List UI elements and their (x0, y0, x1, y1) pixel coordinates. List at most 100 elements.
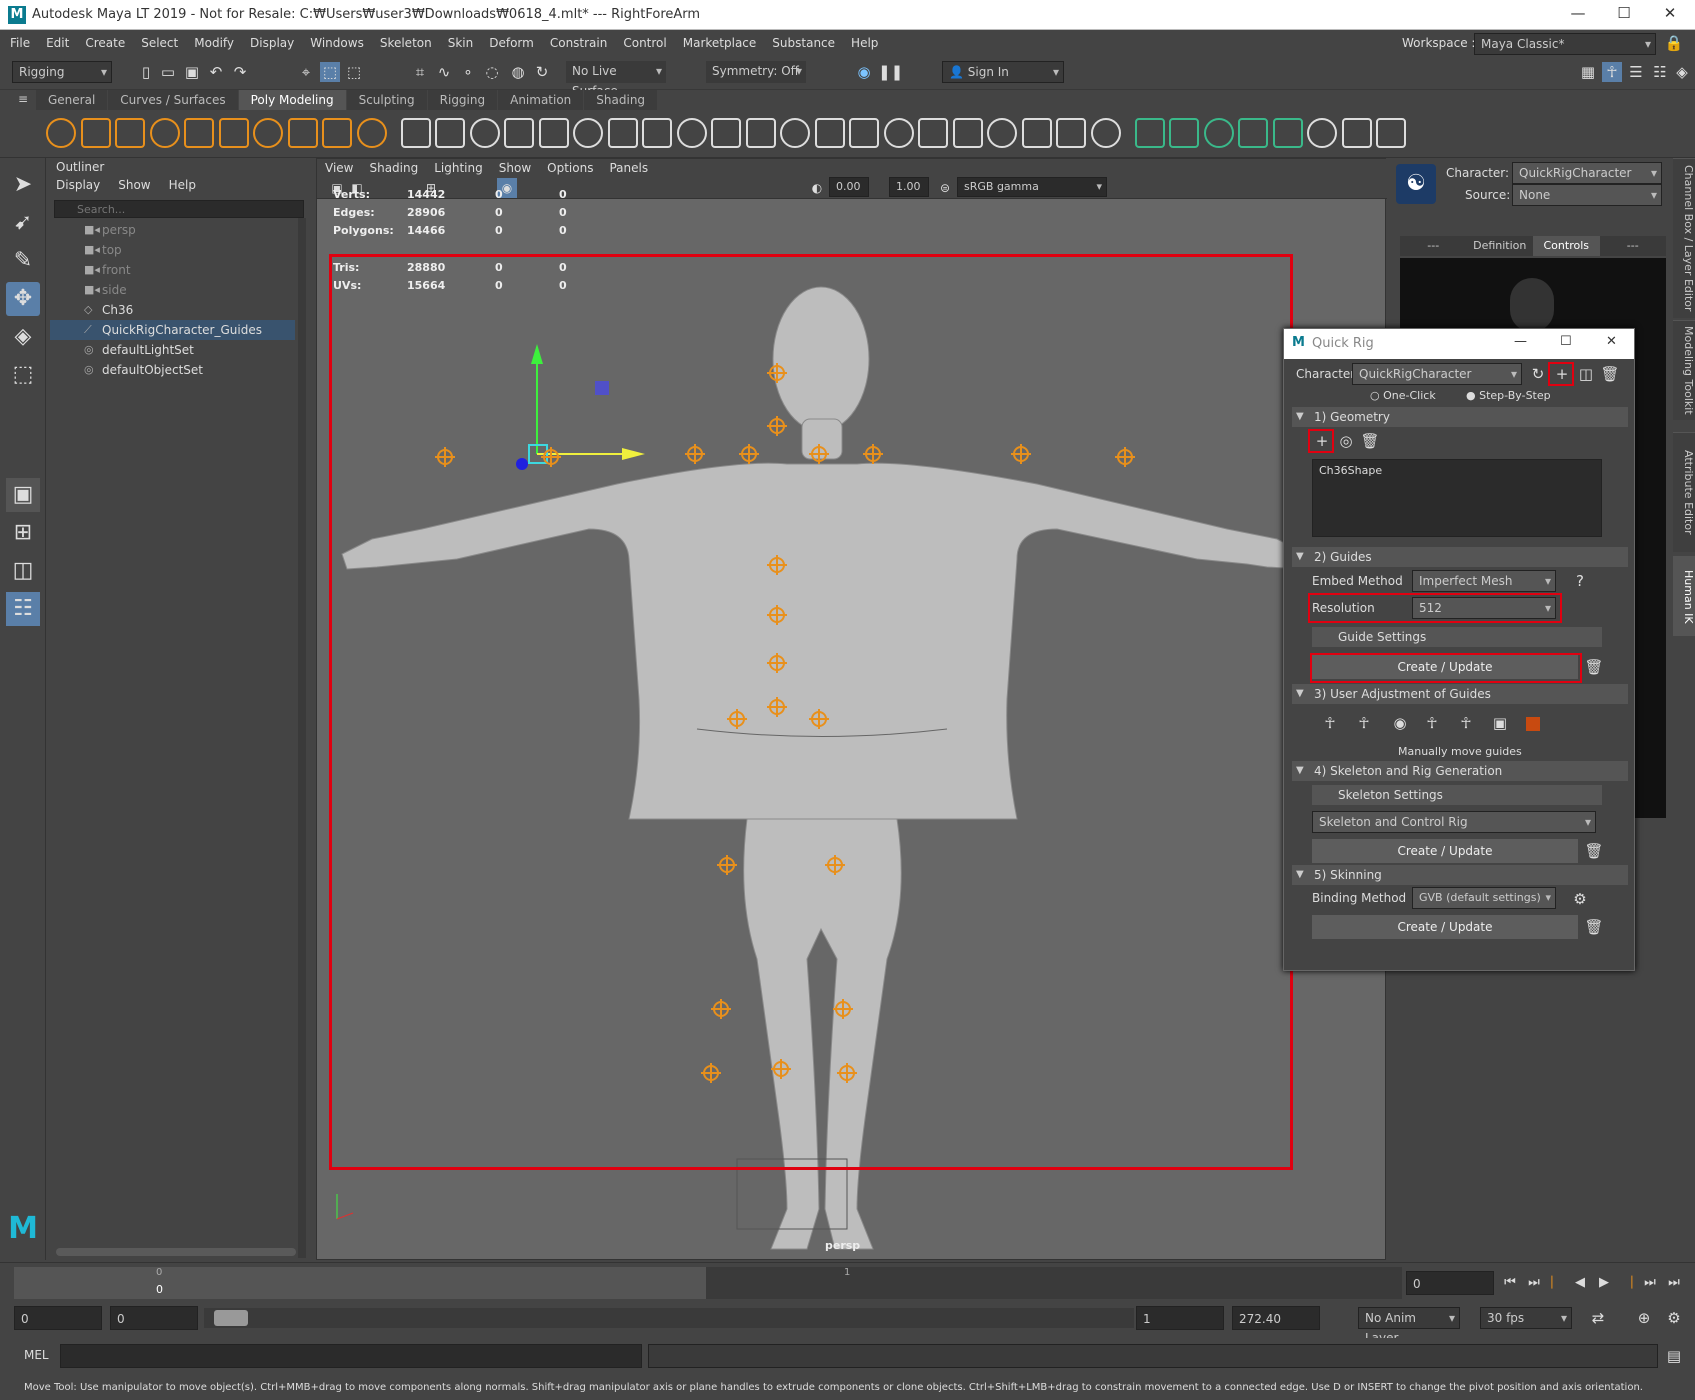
shelf-tab-rigging[interactable]: Rigging (427, 90, 498, 110)
move-tool-icon[interactable]: ✥ (6, 282, 40, 316)
range-handle[interactable] (214, 1310, 248, 1326)
step-forward-icon[interactable]: ⏭ (1640, 1273, 1660, 1293)
geometry-list[interactable]: Ch36Shape (1312, 459, 1602, 537)
mirror-icon[interactable] (711, 118, 741, 148)
uv-automatic-icon[interactable] (1272, 118, 1303, 148)
guide-settings-expander[interactable]: Guide Settings (1312, 627, 1602, 647)
outliner-item-front[interactable]: ■◂ front (50, 260, 295, 280)
menu-constrain[interactable]: Constrain (542, 30, 616, 56)
delete-skin-icon[interactable]: 🗑 (1584, 917, 1604, 937)
open-scene-icon[interactable]: ▭ (158, 62, 178, 82)
mel-input[interactable] (60, 1344, 642, 1368)
shelf-tab-animation[interactable]: Animation (498, 90, 584, 110)
auto-key-icon[interactable]: ⊕ (1634, 1308, 1654, 1328)
viewport-menu-lighting[interactable]: Lighting (426, 161, 491, 175)
menu-edit[interactable]: Edit (38, 30, 77, 56)
prev-key-icon[interactable]: ⎸ (1548, 1273, 1568, 1293)
menu-marketplace[interactable]: Marketplace (675, 30, 765, 56)
smooth-icon[interactable] (573, 118, 603, 148)
separate-icon[interactable] (504, 118, 534, 148)
pause-icon[interactable]: ❚❚ (878, 62, 903, 82)
outliner-item-quickrigcharacter_guides[interactable]: ⟋ QuickRigCharacter_Guides (50, 320, 295, 340)
outliner-item-top[interactable]: ■◂ top (50, 240, 295, 260)
uv-map-icon[interactable] (1134, 118, 1165, 148)
loop-icon[interactable]: ⇄ (1588, 1308, 1608, 1328)
qr-minimize-button[interactable]: — (1514, 334, 1527, 349)
skinning-create-update-button[interactable]: Create / Update (1312, 915, 1578, 939)
menu-windows[interactable]: Windows (302, 30, 372, 56)
snap-grid-icon[interactable]: ⌗ (410, 62, 430, 82)
outliner-item-side[interactable]: ■◂ side (50, 280, 295, 300)
new-scene-icon[interactable]: ▯ (136, 62, 156, 82)
guide-color-swatch[interactable] (1526, 717, 1540, 731)
one-click-radio[interactable]: ○ One-Click (1370, 389, 1436, 402)
menu-help[interactable]: Help (843, 30, 886, 56)
menuset-dropdown[interactable]: Rigging (12, 61, 112, 83)
platonic-icon[interactable] (356, 118, 387, 148)
outliner-hscrollbar[interactable] (56, 1248, 296, 1256)
hik-tab-1[interactable]: Definition (1467, 236, 1534, 256)
redo-icon[interactable]: ↷ (230, 62, 250, 82)
fill-hole-icon[interactable] (814, 118, 845, 148)
hik-tab-3[interactable]: --- (1600, 236, 1667, 256)
cone-icon[interactable] (149, 118, 180, 148)
delete-guides-icon[interactable]: 🗑 (1584, 657, 1604, 677)
uv-cylindrical-icon[interactable] (1203, 118, 1234, 148)
viewport-menu-view[interactable]: View (317, 161, 361, 175)
channel-box-icon[interactable]: ◈ (1672, 62, 1692, 82)
qr-character-dropdown[interactable]: QuickRigCharacter (1352, 363, 1522, 385)
menu-skeleton[interactable]: Skeleton (372, 30, 440, 56)
playback-end-field[interactable]: 1 (1136, 1306, 1224, 1330)
combine-icon[interactable] (469, 118, 500, 148)
four-view-icon[interactable]: ⊞ (6, 516, 40, 550)
clear-geometry-icon[interactable]: 🗑 (1360, 431, 1380, 451)
hik-character-dropdown[interactable]: QuickRigCharacter (1512, 162, 1662, 184)
snap-point-icon[interactable]: ∘ (458, 62, 478, 82)
cylinder-icon[interactable] (115, 118, 145, 148)
scene-end-field[interactable]: 272.40 (1232, 1306, 1320, 1330)
mirror-right-icon[interactable]: ☥ (1354, 713, 1374, 733)
viewport-menu-options[interactable]: Options (539, 161, 601, 175)
pipe-icon[interactable] (287, 118, 318, 148)
range-bar[interactable] (204, 1308, 1134, 1328)
minimize-button[interactable]: — (1560, 4, 1596, 22)
select-hierarchy-icon[interactable]: ⌖ (296, 62, 316, 82)
time-slider[interactable]: 0 0 1 0 ⏮ ⏭ ⎸ ◀ ▶ ⎹ ⏭ ⏭ (0, 1262, 1695, 1302)
select-geometry-icon[interactable]: ◎ (1336, 431, 1356, 451)
side-tab-human-ik[interactable]: Human IK (1673, 556, 1695, 636)
shelf-tab-curves-surfaces[interactable]: Curves / Surfaces (108, 90, 238, 110)
step-back-key-icon[interactable]: ⏭ (1524, 1273, 1544, 1293)
single-view-icon[interactable]: ▣ (6, 478, 40, 512)
embed-method-dropdown[interactable]: Imperfect Mesh (1412, 570, 1556, 592)
side-tab-modeling-toolkit[interactable]: Modeling Toolkit (1673, 320, 1695, 420)
uv-spherical-icon[interactable] (1238, 118, 1268, 148)
script-editor-icon[interactable]: ▤ (1664, 1346, 1684, 1366)
delete-skeleton-icon[interactable]: 🗑 (1584, 841, 1604, 861)
gamma-field[interactable]: 1.00 (889, 177, 929, 197)
outliner-item-ch36[interactable]: ◇ Ch36 (50, 300, 295, 320)
sign-in-button[interactable]: 👤 Sign In (942, 61, 1064, 83)
fps-dropdown[interactable]: 30 fps (1480, 1307, 1572, 1329)
snap-surface-icon[interactable]: ◍ (508, 62, 528, 82)
menu-select[interactable]: Select (133, 30, 186, 56)
viewport-menu-shading[interactable]: Shading (361, 161, 426, 175)
qr-maximize-button[interactable]: ☐ (1560, 334, 1572, 349)
section-geometry[interactable]: 1) Geometry (1292, 407, 1628, 427)
outliner-item-defaultlightset[interactable]: ◎ defaultLightSet (50, 340, 295, 360)
geometry-item[interactable]: Ch36Shape (1313, 460, 1601, 481)
side-tab-attribute-editor[interactable]: Attribute Editor (1673, 432, 1695, 552)
go-to-start-icon[interactable]: ⏮ (1500, 1273, 1520, 1293)
bevel-icon[interactable] (883, 118, 914, 148)
lasso-tool-icon[interactable]: ➹ (6, 206, 40, 240)
qr-delete-character-icon[interactable]: 🗑 (1600, 364, 1620, 384)
scale-tool-icon[interactable]: ⬚ (6, 358, 40, 392)
two-view-icon[interactable]: ◫ (6, 554, 40, 588)
select-component-icon[interactable]: ⬚ (344, 62, 364, 82)
render-icon[interactable]: ◉ (854, 62, 874, 82)
show-guides-icon[interactable]: ☥ (1422, 713, 1442, 733)
next-key-icon[interactable]: ⎹ (1616, 1273, 1636, 1293)
menu-substance[interactable]: Substance (764, 30, 843, 56)
qr-layout-icon[interactable]: ◫ (1576, 364, 1596, 384)
sphere-icon[interactable] (46, 118, 76, 148)
step-by-step-radio[interactable]: ● Step-By-Step (1466, 389, 1551, 402)
